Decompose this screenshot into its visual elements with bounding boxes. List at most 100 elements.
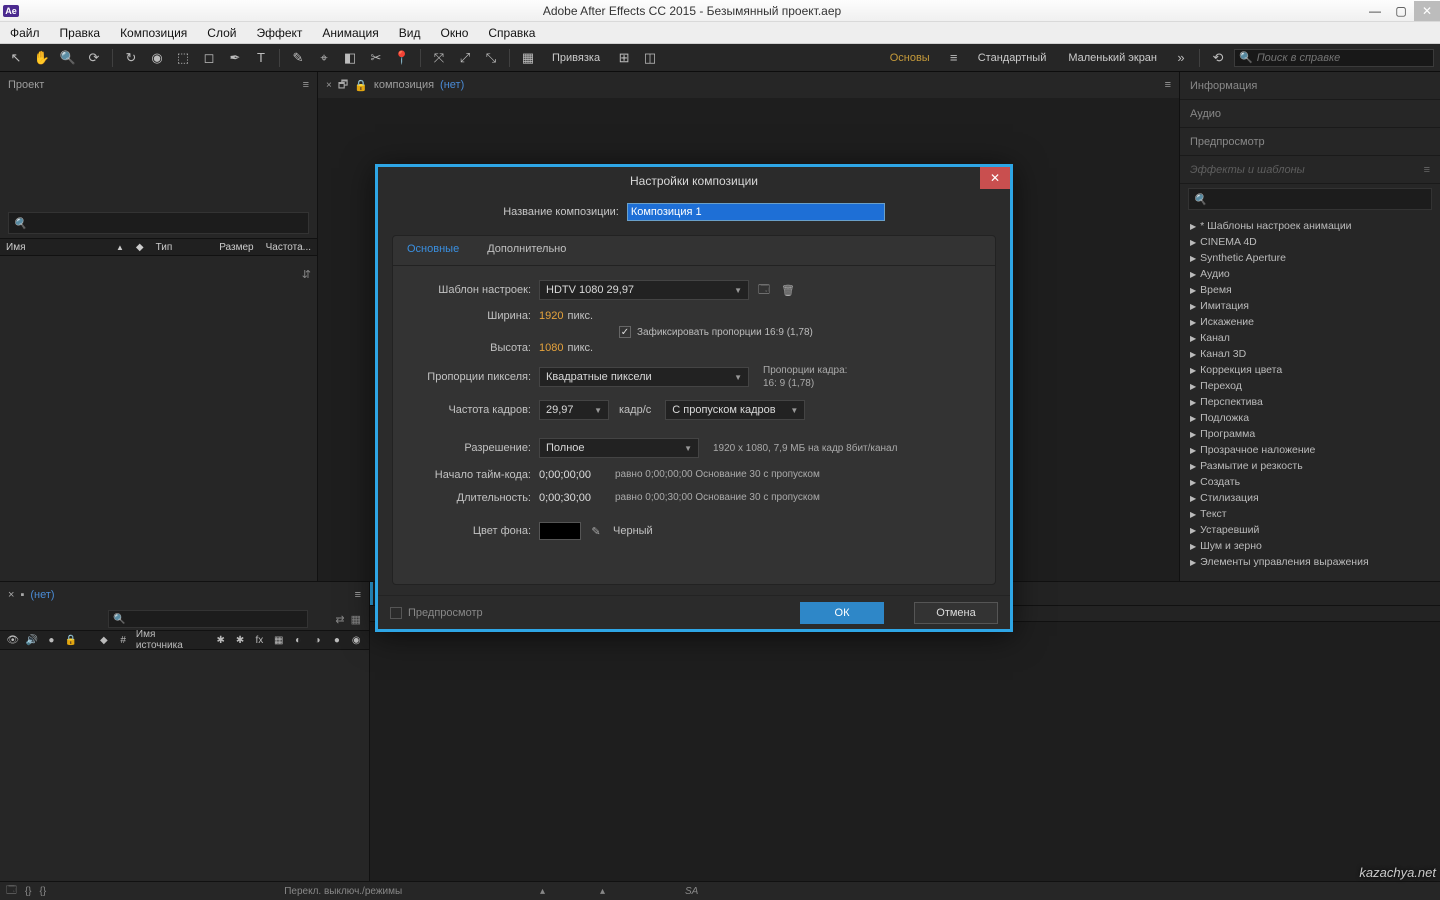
clone-tool-icon[interactable]: ⌖ bbox=[314, 48, 334, 68]
lock-col-icon[interactable]: 🔒 bbox=[64, 635, 77, 646]
effects-folder[interactable]: ▶Текст bbox=[1180, 506, 1440, 522]
effects-folder[interactable]: ▶Канал 3D bbox=[1180, 346, 1440, 362]
fps-dropdown[interactable]: 29,97▼ bbox=[539, 400, 609, 420]
switch-icon[interactable]: ▦ bbox=[272, 635, 285, 646]
menu-view[interactable]: Вид bbox=[389, 23, 431, 43]
effects-folder[interactable]: ▶Шум и зерно bbox=[1180, 538, 1440, 554]
selection-tool-icon[interactable]: ↖ bbox=[6, 48, 26, 68]
effects-folder[interactable]: ▶Время bbox=[1180, 282, 1440, 298]
col-freq[interactable]: Частота... bbox=[260, 242, 317, 253]
switch-icon[interactable]: ✱ bbox=[214, 635, 227, 646]
pen-tool-icon[interactable]: ✒ bbox=[225, 48, 245, 68]
eyedropper-icon[interactable]: ✎ bbox=[587, 522, 605, 540]
switch-icon[interactable]: ◐ bbox=[291, 635, 304, 646]
switch-icon[interactable]: ◑ bbox=[311, 635, 324, 646]
tab-advanced[interactable]: Дополнительно bbox=[473, 236, 580, 265]
dur-value[interactable]: 0;00;30;00 bbox=[539, 492, 591, 504]
preset-dropdown[interactable]: HDTV 1080 29,97▼ bbox=[539, 280, 749, 300]
comp-name-input[interactable] bbox=[627, 203, 885, 221]
status-toggle[interactable]: Перекл. выключ./режимы bbox=[54, 886, 1434, 897]
panel-menu-icon[interactable]: ≡ bbox=[1165, 79, 1171, 91]
effects-folder[interactable]: ▶Synthetic Aperture bbox=[1180, 250, 1440, 266]
snap-label[interactable]: Привязка bbox=[544, 50, 608, 66]
maximize-button[interactable]: ▢ bbox=[1388, 1, 1414, 21]
menu-file[interactable]: Файл bbox=[0, 23, 50, 43]
axis-world-icon[interactable]: ⤢ bbox=[455, 48, 475, 68]
bg-color-swatch[interactable] bbox=[539, 522, 581, 540]
help-search[interactable]: 🔍 bbox=[1234, 49, 1434, 67]
snap-opt2-icon[interactable]: ◫ bbox=[640, 48, 660, 68]
menu-animation[interactable]: Анимация bbox=[312, 23, 388, 43]
sb-icon[interactable]: {} bbox=[40, 886, 47, 897]
flow-icon[interactable]: ⇵ bbox=[302, 268, 311, 281]
src-col[interactable]: Имя источника bbox=[136, 629, 202, 651]
workspace-menu-icon[interactable]: ≡ bbox=[944, 48, 964, 68]
shape-tool-icon[interactable]: ◻ bbox=[199, 48, 219, 68]
panel-menu-icon[interactable]: ≡ bbox=[303, 79, 309, 91]
col-type[interactable]: Тип bbox=[150, 242, 214, 253]
menu-effect[interactable]: Эффект bbox=[246, 23, 312, 43]
effects-folder[interactable]: ▶Переход bbox=[1180, 378, 1440, 394]
switch-icon[interactable]: ◉ bbox=[350, 635, 363, 646]
resolution-dropdown[interactable]: Полное▼ bbox=[539, 438, 699, 458]
menu-window[interactable]: Окно bbox=[430, 23, 478, 43]
effects-search[interactable]: 🔍 bbox=[1188, 188, 1432, 210]
effects-folder[interactable]: ▶Подложка bbox=[1180, 410, 1440, 426]
project-search[interactable]: 🔍 bbox=[8, 212, 309, 234]
fx-icon[interactable]: fx bbox=[253, 635, 266, 646]
timeline-opt-icon[interactable]: ⇄ bbox=[335, 613, 344, 626]
workspace-small[interactable]: Маленький экран bbox=[1060, 50, 1165, 66]
project-tab[interactable]: Проект bbox=[8, 79, 44, 91]
sb-icon[interactable]: 🗔 bbox=[6, 883, 17, 900]
sb-chevron-icon[interactable]: ▴ bbox=[600, 886, 605, 897]
num-col[interactable]: # bbox=[117, 635, 130, 646]
comp-tab-label[interactable]: композиция bbox=[374, 79, 434, 91]
save-preset-icon[interactable]: 🗔 bbox=[755, 281, 773, 299]
time-indicator[interactable] bbox=[370, 582, 373, 605]
close-button[interactable]: ✕ bbox=[1414, 1, 1440, 21]
label-col-icon[interactable]: ◆ bbox=[97, 635, 110, 646]
timeline-search[interactable]: 🔍 bbox=[108, 610, 308, 628]
zoom-tool-icon[interactable]: 🔍 bbox=[58, 48, 78, 68]
orbit-tool-icon[interactable]: ⟳ bbox=[84, 48, 104, 68]
effects-folder[interactable]: ▶Размытие и резкость bbox=[1180, 458, 1440, 474]
workspace-standard[interactable]: Стандартный bbox=[970, 50, 1055, 66]
menu-help[interactable]: Справка bbox=[478, 23, 545, 43]
text-tool-icon[interactable]: T bbox=[251, 48, 271, 68]
effects-folder[interactable]: ▶* Шаблоны настроек анимации bbox=[1180, 218, 1440, 234]
rotate-tool-icon[interactable]: ↻ bbox=[121, 48, 141, 68]
preview-checkbox[interactable]: Предпросмотр bbox=[390, 607, 483, 619]
effects-folder[interactable]: ▶Перспектива bbox=[1180, 394, 1440, 410]
effects-folder[interactable]: ▶Программа bbox=[1180, 426, 1440, 442]
menu-composition[interactable]: Композиция bbox=[110, 23, 197, 43]
menu-edit[interactable]: Правка bbox=[50, 23, 111, 43]
effects-folder[interactable]: ▶Стилизация bbox=[1180, 490, 1440, 506]
cancel-button[interactable]: Отмена bbox=[914, 602, 998, 624]
height-value[interactable]: 1080 bbox=[539, 342, 563, 354]
effects-folder[interactable]: ▶Имитация bbox=[1180, 298, 1440, 314]
timeline-opt-icon[interactable]: ▦ bbox=[351, 613, 361, 626]
col-size[interactable]: Размер bbox=[213, 242, 259, 253]
tab-basic[interactable]: Основные bbox=[393, 236, 473, 265]
ok-button[interactable]: ОК bbox=[800, 602, 884, 624]
width-value[interactable]: 1920 bbox=[539, 310, 563, 322]
effects-folder[interactable]: ▶Прозрачное наложение bbox=[1180, 442, 1440, 458]
workspace-primary[interactable]: Основы bbox=[882, 50, 938, 66]
menu-layer[interactable]: Слой bbox=[197, 23, 246, 43]
snap-opt1-icon[interactable]: ⊞ bbox=[614, 48, 634, 68]
snap-toggle-icon[interactable]: ▦ bbox=[518, 48, 538, 68]
preview-panel[interactable]: Предпросмотр bbox=[1180, 128, 1440, 156]
effects-folder[interactable]: ▶CINEMA 4D bbox=[1180, 234, 1440, 250]
panbehind-tool-icon[interactable]: ⬚ bbox=[173, 48, 193, 68]
axis-local-icon[interactable]: ⤧ bbox=[429, 48, 449, 68]
panel-menu-icon[interactable]: ≡ bbox=[355, 589, 361, 601]
hand-tool-icon[interactable]: ✋ bbox=[32, 48, 52, 68]
switch-icon[interactable]: ✱ bbox=[233, 635, 246, 646]
dropframe-dropdown[interactable]: С пропуском кадров▼ bbox=[665, 400, 805, 420]
eye-col-icon[interactable]: 👁 bbox=[6, 635, 19, 646]
sb-icon[interactable]: {} bbox=[25, 886, 32, 897]
dialog-close-button[interactable]: ✕ bbox=[980, 167, 1010, 189]
tab-close-icon[interactable]: × bbox=[326, 80, 332, 91]
effects-folder[interactable]: ▶Устаревший bbox=[1180, 522, 1440, 538]
axis-view-icon[interactable]: ⤡ bbox=[481, 48, 501, 68]
